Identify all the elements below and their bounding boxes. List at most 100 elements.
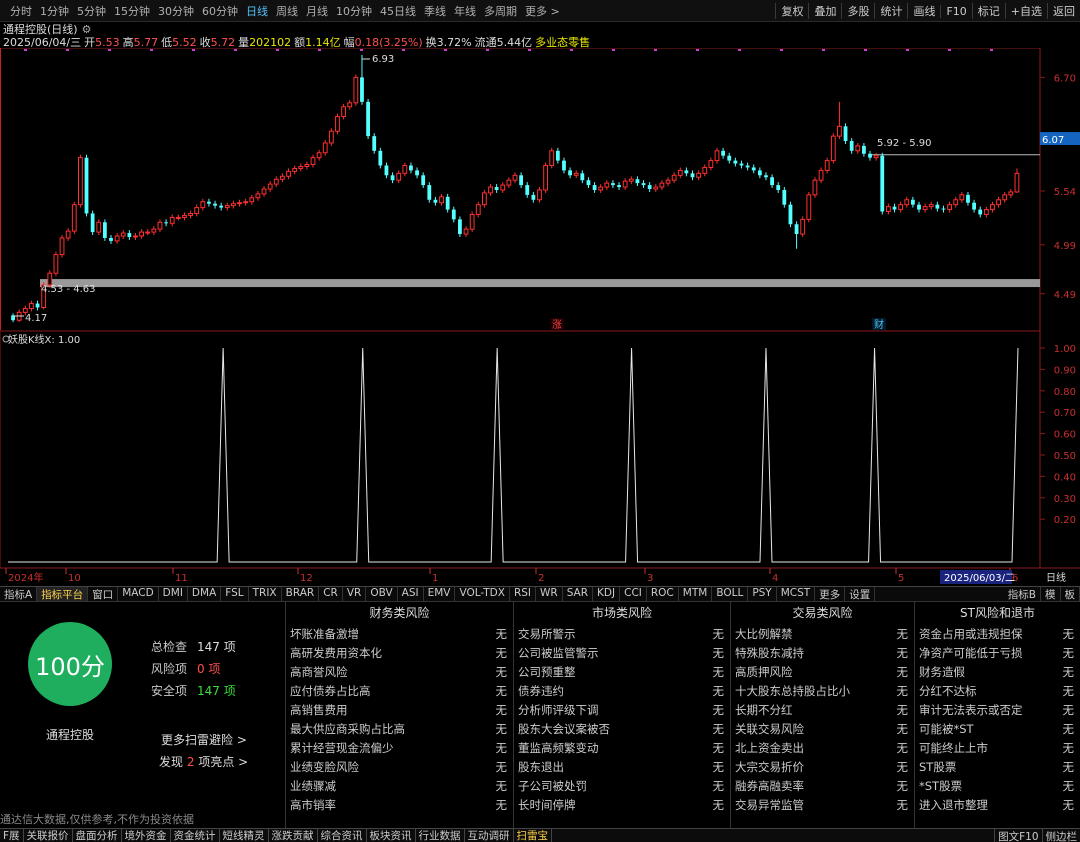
tool-button-3[interactable]: 统计: [874, 3, 907, 19]
indicator-tab-1[interactable]: 指标平台: [37, 587, 89, 601]
risk-item[interactable]: 董监高频繁变动 无: [514, 738, 730, 757]
tool-button-0[interactable]: 复权: [775, 3, 808, 19]
tool-button-5[interactable]: F10: [940, 4, 971, 18]
timeframe-0[interactable]: 分时: [6, 3, 36, 19]
risk-item[interactable]: 业绩骤减 无: [286, 776, 513, 795]
timeframe-13[interactable]: 多周期: [480, 3, 521, 19]
risk-item[interactable]: 股东退出 无: [514, 757, 730, 776]
risk-item[interactable]: 可能终止上市 无: [915, 738, 1080, 757]
tool-button-4[interactable]: 画线: [907, 3, 940, 19]
risk-item[interactable]: 分红不达标 无: [915, 681, 1080, 700]
indicator-tab-17[interactable]: SAR: [563, 587, 594, 601]
timeframe-2[interactable]: 5分钟: [73, 3, 110, 19]
risk-item[interactable]: 大比例解禁 无: [731, 624, 914, 643]
risk-item[interactable]: 关联交易风险 无: [731, 719, 914, 738]
risk-item[interactable]: 高研发费用资本化 无: [286, 643, 513, 662]
tool-button-7[interactable]: +自选: [1004, 3, 1047, 19]
timeframe-12[interactable]: 年线: [450, 3, 480, 19]
sector-tag[interactable]: 多业态零售: [535, 35, 590, 49]
indicator-tab-11[interactable]: OBV: [366, 587, 398, 601]
status-tab-11[interactable]: 扫雷宝: [514, 829, 553, 842]
indicator-tab-2[interactable]: 窗口: [88, 587, 119, 601]
indicator-tab-4[interactable]: DMI: [159, 587, 188, 601]
indicator-tab-14[interactable]: VOL-TDX: [455, 587, 510, 601]
risk-item[interactable]: 长时间停牌 无: [514, 795, 730, 814]
tool-button-6[interactable]: 标记: [971, 3, 1005, 19]
indicator-tab-12[interactable]: ASI: [398, 587, 424, 601]
price-chart[interactable]: 6.70 5.54 4.99 4.49 6.07 6.93 4.17 4.53 - 4.63 5…: [0, 48, 1080, 586]
risk-item[interactable]: 高市销率 无: [286, 795, 513, 814]
timeframe-9[interactable]: 10分钟: [332, 3, 376, 19]
status-tab-9[interactable]: 行业数据: [416, 829, 465, 842]
risk-item[interactable]: 交易异常监管 无: [731, 795, 914, 814]
indicator-right-0[interactable]: 指标B: [1004, 587, 1041, 601]
indicator-tab-8[interactable]: BRAR: [282, 587, 320, 601]
risk-item[interactable]: 融券高融卖率 无: [731, 776, 914, 795]
indicator-tab-21[interactable]: MTM: [679, 587, 713, 601]
risk-item[interactable]: 北上资金卖出 无: [731, 738, 914, 757]
indicator-tab-5[interactable]: DMA: [188, 587, 222, 601]
highlights-link[interactable]: 发现 2 项亮点 >: [159, 753, 248, 770]
indicator-tab-18[interactable]: KDJ: [593, 587, 621, 601]
timeframe-11[interactable]: 季线: [420, 3, 450, 19]
risk-item[interactable]: 坏账准备激增 无: [286, 624, 513, 643]
indicator-tab-23[interactable]: PSY: [748, 587, 777, 601]
risk-item[interactable]: 高销售费用 无: [286, 700, 513, 719]
indicator-tab-3[interactable]: MACD: [118, 587, 159, 601]
status-tab-3[interactable]: 境外资金: [122, 829, 171, 842]
timeframe-8[interactable]: 月线: [302, 3, 332, 19]
indicator-tab-25[interactable]: 更多: [815, 587, 846, 601]
timeframe-10[interactable]: 45日线: [376, 3, 420, 19]
indicator-right-1[interactable]: 模: [1041, 587, 1061, 601]
risk-item[interactable]: 高商誉风险 无: [286, 662, 513, 681]
risk-item[interactable]: 大宗交易折价 无: [731, 757, 914, 776]
risk-item[interactable]: 债券违约 无: [514, 681, 730, 700]
indicator-tab-20[interactable]: ROC: [647, 587, 679, 601]
risk-item[interactable]: 财务造假 无: [915, 662, 1080, 681]
risk-item[interactable]: 可能被*ST 无: [915, 719, 1080, 738]
status-tab-0[interactable]: F展: [0, 829, 24, 842]
tool-button-8[interactable]: 返回: [1047, 3, 1080, 19]
risk-item[interactable]: 特殊股东减持 无: [731, 643, 914, 662]
risk-item[interactable]: 业绩变脸风险 无: [286, 757, 513, 776]
risk-item[interactable]: 长期不分红 无: [731, 700, 914, 719]
indicator-tab-9[interactable]: CR: [319, 587, 343, 601]
risk-item[interactable]: 子公司被处罚 无: [514, 776, 730, 795]
risk-item[interactable]: 交易所警示 无: [514, 624, 730, 643]
risk-item[interactable]: 最大供应商采购占比高 无: [286, 719, 513, 738]
status-tab-2[interactable]: 盘面分析: [73, 829, 122, 842]
indicator-tab-13[interactable]: EMV: [424, 587, 456, 601]
risk-item[interactable]: 资金占用或违规担保 无: [915, 624, 1080, 643]
risk-item[interactable]: 高质押风险 无: [731, 662, 914, 681]
indicator-right-2[interactable]: 板: [1061, 587, 1080, 601]
timeframe-1[interactable]: 1分钟: [36, 3, 73, 19]
status-right-1[interactable]: 侧边栏: [1041, 829, 1080, 842]
status-tab-1[interactable]: 关联报价: [24, 829, 73, 842]
risk-item[interactable]: 公司预重整 无: [514, 662, 730, 681]
risk-item[interactable]: 进入退市整理 无: [915, 795, 1080, 814]
status-tab-8[interactable]: 板块资讯: [367, 829, 416, 842]
status-tab-7[interactable]: 综合资讯: [318, 829, 367, 842]
risk-item[interactable]: 股东大会议案被否 无: [514, 719, 730, 738]
risk-item[interactable]: 分析师评级下调 无: [514, 700, 730, 719]
indicator-tab-7[interactable]: TRIX: [249, 587, 282, 601]
settings-gear-icon[interactable]: ⚙: [82, 23, 92, 36]
status-tab-4[interactable]: 资金统计: [171, 829, 220, 842]
risk-item[interactable]: 净资产可能低于亏损 无: [915, 643, 1080, 662]
timeframe-5[interactable]: 60分钟: [198, 3, 242, 19]
tool-button-2[interactable]: 多股: [841, 3, 874, 19]
status-tab-5[interactable]: 短线精灵: [220, 829, 269, 842]
indicator-tab-6[interactable]: FSL: [221, 587, 249, 601]
risk-item[interactable]: 累计经营现金流偏少 无: [286, 738, 513, 757]
tool-button-1[interactable]: 叠加: [808, 3, 841, 19]
risk-item[interactable]: 公司被监管警示 无: [514, 643, 730, 662]
timeframe-3[interactable]: 15分钟: [110, 3, 154, 19]
timeframe-14[interactable]: 更多 >: [521, 3, 564, 19]
risk-item[interactable]: ST股票 无: [915, 757, 1080, 776]
timeframe-4[interactable]: 30分钟: [154, 3, 198, 19]
risk-item[interactable]: 十大股东总持股占比小 无: [731, 681, 914, 700]
status-tab-6[interactable]: 涨跌贡献: [269, 829, 318, 842]
timeframe-7[interactable]: 周线: [272, 3, 302, 19]
indicator-tab-16[interactable]: WR: [536, 587, 563, 601]
indicator-tab-19[interactable]: CCI: [620, 587, 647, 601]
